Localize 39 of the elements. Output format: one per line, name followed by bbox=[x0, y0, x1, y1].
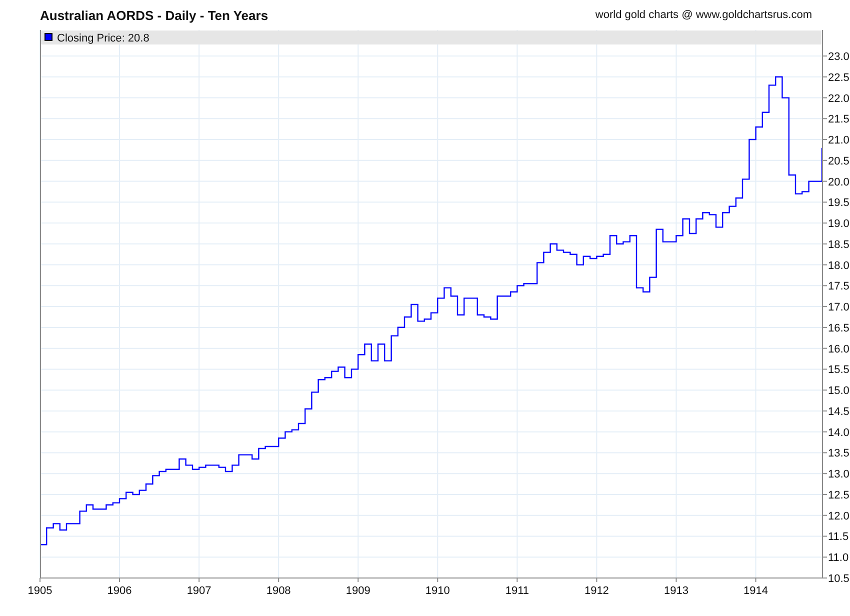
axis-tick-label: 20.5 bbox=[828, 155, 850, 168]
axis-tick-label: 15.0 bbox=[828, 385, 850, 398]
axis-tick-label: 1909 bbox=[346, 585, 370, 597]
axis-tick-label: 18.0 bbox=[828, 260, 850, 272]
axis-tick-label: 21.5 bbox=[828, 114, 850, 126]
axis-tick-label: 18.5 bbox=[828, 238, 850, 251]
axis-tick-label: 1908 bbox=[266, 585, 291, 597]
axis-tick-label: 1912 bbox=[584, 585, 609, 597]
axis-tick-label: 23.0 bbox=[828, 51, 850, 63]
axis-tick-label: 1910 bbox=[425, 585, 450, 597]
chart-title: Australian AORDS - Daily - Ten Years bbox=[40, 8, 268, 22]
axis-tick-label: 22.0 bbox=[828, 92, 850, 105]
axis-tick-label: 1913 bbox=[664, 585, 688, 597]
axis-tick-label: 1905 bbox=[28, 585, 52, 597]
axis-tick-label: 14.5 bbox=[828, 406, 850, 418]
axis-tick-label: 22.5 bbox=[828, 72, 850, 84]
axis-tick-label: 14.0 bbox=[828, 426, 850, 439]
axis-tick-label: 17.5 bbox=[828, 280, 850, 293]
axis-tick-label: 11.5 bbox=[828, 531, 849, 544]
axis-tick-label: 13.5 bbox=[828, 448, 850, 460]
axis-tick-label: 1906 bbox=[107, 585, 132, 597]
axis-tick-label: 16.0 bbox=[828, 343, 850, 356]
axis-tick-label: 1907 bbox=[186, 585, 212, 597]
axis-tick-label: 20.0 bbox=[828, 176, 850, 188]
axis-tick-label: 13.0 bbox=[828, 468, 850, 481]
axis-tick-label: 11.0 bbox=[828, 552, 849, 564]
axis-tick-label: 1914 bbox=[744, 585, 768, 597]
source-credit: world gold charts @ www.goldchartsrus.com bbox=[595, 9, 812, 21]
axis-tick-label: 15.5 bbox=[828, 364, 850, 376]
legend-label: Closing Price: 20.8 bbox=[57, 32, 150, 44]
axis-tick-label: 19.5 bbox=[828, 197, 850, 210]
axis-tick-label: 1911 bbox=[505, 585, 529, 597]
axis-tick-label: 12.0 bbox=[828, 510, 850, 522]
axis-tick-label: 21.0 bbox=[828, 134, 850, 147]
axis-tick-label: 17.0 bbox=[828, 302, 850, 314]
axis-tick-label: 10.5 bbox=[828, 573, 850, 585]
axis-tick-label: 19.0 bbox=[828, 218, 850, 230]
axis-tick-label: 16.5 bbox=[828, 322, 850, 334]
axis-tick-label: 12.5 bbox=[828, 489, 850, 502]
